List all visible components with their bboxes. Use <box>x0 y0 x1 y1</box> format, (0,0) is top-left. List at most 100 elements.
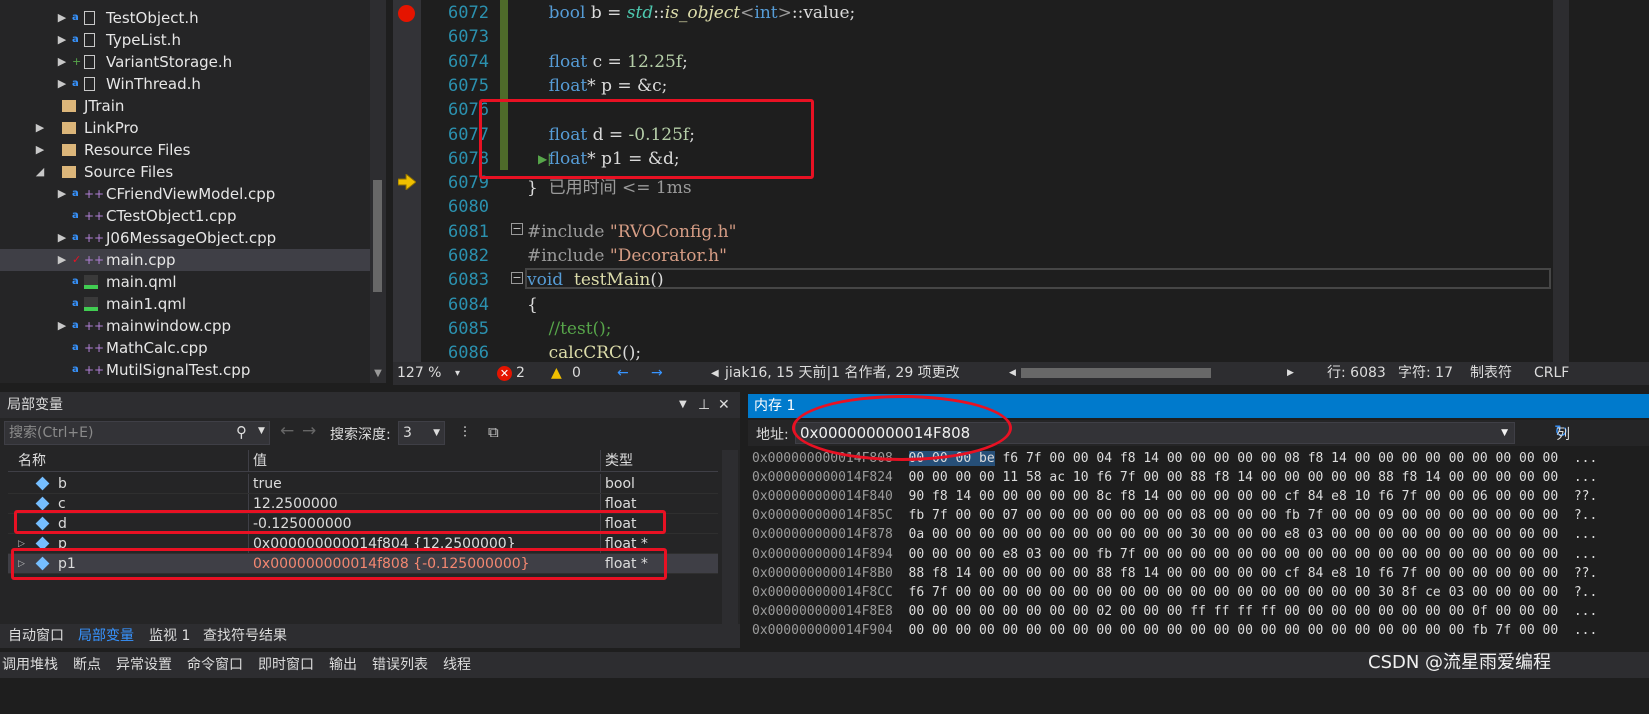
code-line[interactable]: { <box>527 295 538 315</box>
tree-item[interactable]: JTrain <box>0 95 372 117</box>
memory-row-bytes[interactable]: 00 00 00 00 00 00 00 00 00 00 00 00 00 0… <box>909 623 1559 638</box>
code-area[interactable]: bool b = std::is_object<int>::value; flo… <box>525 0 1551 363</box>
locals-scrollbar[interactable] <box>722 450 738 624</box>
warning-count[interactable]: 0 <box>572 362 581 385</box>
zoom-level[interactable]: 127 % <box>397 362 441 385</box>
memory-row-bytes[interactable]: 00 00 00 00 00 00 00 00 02 00 00 00 ff f… <box>909 604 1559 619</box>
nav-forward-icon[interactable]: → <box>651 362 663 385</box>
tabs-indicator[interactable]: 制表符 <box>1470 362 1512 385</box>
memory-row-bytes[interactable]: 00 00 00 00 e8 03 00 00 fb 7f 00 00 00 0… <box>909 547 1559 562</box>
search-depth-select[interactable]: 3 ▼ <box>398 421 445 445</box>
tree-item[interactable]: ◢ Source Files <box>0 161 372 183</box>
hscroll-left-icon[interactable]: ◀ <box>1009 362 1016 385</box>
tree-item[interactable]: a ++ MathCalc.cpp <box>0 337 372 359</box>
code-line[interactable]: #include "Decorator.h" <box>527 246 727 266</box>
memory-row-bytes[interactable]: f6 7f 00 00 00 00 00 00 00 00 00 00 00 0… <box>909 585 1559 600</box>
locals-search-input[interactable]: 搜索(Ctrl+E) <box>4 421 270 445</box>
zoom-dropdown-icon[interactable]: ▾ <box>455 362 460 385</box>
pin-icon[interactable]: ⊥ <box>698 392 710 418</box>
column-value[interactable]: 值 <box>248 450 600 471</box>
expand-arrow-icon[interactable]: ▶ <box>56 249 68 271</box>
memory-row[interactable]: 0x000000000014F904 00 00 00 00 00 00 00 … <box>752 623 1597 638</box>
tab-call-stack[interactable]: 调用堆栈 <box>2 652 58 678</box>
tree-item[interactable]: a main1.qml <box>0 293 372 315</box>
tab-exception-settings[interactable]: 异常设置 <box>116 652 172 678</box>
collapse-arrow-icon[interactable]: ◢ <box>34 161 46 183</box>
memory-row-bytes[interactable]: 0a 00 00 00 00 00 00 00 00 00 00 00 30 0… <box>909 527 1559 542</box>
memory-row[interactable]: 0x000000000014F8B0 88 f8 14 00 00 00 00 … <box>752 566 1597 581</box>
expand-arrow-icon[interactable]: ▶ <box>56 315 68 337</box>
expand-arrow-icon[interactable]: ▶ <box>56 29 68 51</box>
scroll-down-arrow-icon[interactable]: ▼ <box>370 366 386 382</box>
tab-threads[interactable]: 线程 <box>443 652 471 678</box>
locals-row[interactable]: b true bool <box>8 474 718 494</box>
tree-item[interactable]: ▶ a ++ CFriendViewModel.cpp <box>0 183 372 205</box>
collapse-icon[interactable]: − <box>511 272 523 284</box>
tab-locals[interactable]: 局部变量 <box>78 624 134 648</box>
memory-row[interactable]: 0x000000000014F8E8 00 00 00 00 00 00 00 … <box>752 604 1597 619</box>
char-indicator[interactable]: 字符: 17 <box>1398 362 1453 385</box>
solution-explorer-scroll-thumb[interactable] <box>373 180 382 292</box>
memory-row[interactable]: 0x000000000014F8CC f6 7f 00 00 00 00 00 … <box>752 585 1597 600</box>
memory-row[interactable]: 0x000000000014F824 00 00 00 00 11 58 ac … <box>752 470 1597 485</box>
expand-arrow-icon[interactable]: ▶ <box>56 51 68 73</box>
memory-row-bytes[interactable]: 88 f8 14 00 00 00 00 00 88 f8 14 00 00 0… <box>909 566 1559 581</box>
line-indicator[interactable]: 行: 6083 <box>1327 362 1386 385</box>
tree-item[interactable]: ▶ a TypeList.h <box>0 29 372 51</box>
tab-watch1[interactable]: 监视 1 <box>149 624 190 648</box>
tree-item[interactable]: ▶ Resource Files <box>0 139 372 161</box>
tree-item[interactable]: ▶ LinkPro <box>0 117 372 139</box>
tab-autos[interactable]: 自动窗口 <box>8 624 64 648</box>
tab-breakpoints[interactable]: 断点 <box>73 652 101 678</box>
code-line[interactable]: float* p = &c; <box>527 76 668 96</box>
memory-row[interactable]: 0x000000000014F878 0a 00 00 00 00 00 00 … <box>752 527 1597 542</box>
breakpoint-icon[interactable] <box>398 5 415 22</box>
expand-arrow-icon[interactable]: ▶ <box>56 7 68 29</box>
nav-back-icon[interactable]: ← <box>617 362 629 385</box>
code-line[interactable]: #include "RVOConfig.h" <box>527 222 736 242</box>
tree-item[interactable]: ▶ a ++ J06MessageObject.cpp <box>0 227 372 249</box>
expand-arrow-icon[interactable]: ▶ <box>56 183 68 205</box>
filter-icon[interactable]: ⫶ <box>463 423 467 441</box>
code-line[interactable]: calcCRC(); <box>527 343 641 363</box>
expand-arrow-icon[interactable]: ▶ <box>56 73 68 95</box>
window-dropdown-icon[interactable]: ▼ <box>679 392 687 418</box>
memory-row-bytes[interactable]: fb 7f 00 00 07 00 00 00 00 00 00 00 08 0… <box>909 508 1559 523</box>
code-line[interactable]: //test(); <box>527 319 612 339</box>
tab-find-symbol[interactable]: 查找符号结果 <box>203 624 287 648</box>
tree-item[interactable]: a ++ CTestObject1.cpp <box>0 205 372 227</box>
memory-row[interactable]: 0x000000000014F85C fb 7f 00 00 07 00 00 … <box>752 508 1597 523</box>
tab-immediate-window[interactable]: 即时窗口 <box>258 652 314 678</box>
tree-item[interactable]: a main.qml <box>0 271 372 293</box>
code-line[interactable]: float c = 12.25f; <box>527 52 688 72</box>
chevron-left-icon[interactable]: ◀ <box>711 362 719 385</box>
error-icon[interactable]: ✕ <box>497 366 512 381</box>
warning-icon[interactable]: ▲ <box>551 362 562 385</box>
tree-item[interactable]: ▶ a WinThread.h <box>0 73 372 95</box>
close-icon[interactable]: ✕ <box>718 392 730 418</box>
expand-arrow-icon[interactable]: ▶ <box>56 227 68 249</box>
git-blame-info[interactable]: jiak16, 15 天前|1 名作者, 29 项更改 <box>725 362 960 385</box>
collapse-icon[interactable]: − <box>511 223 523 235</box>
code-line[interactable]: bool b = std::is_object<int>::value; <box>527 3 856 23</box>
expand-arrow-icon[interactable]: ▶ <box>34 139 46 161</box>
search-options-icon[interactable]: ▼ <box>258 426 265 436</box>
editor-scrollbar[interactable] <box>1553 0 1569 362</box>
chevron-down-icon[interactable]: ▼ <box>1501 423 1508 443</box>
tab-command-window[interactable]: 命令窗口 <box>187 652 243 678</box>
memory-row[interactable]: 0x000000000014F894 00 00 00 00 e8 03 00 … <box>752 547 1597 562</box>
tab-output[interactable]: 输出 <box>329 652 357 678</box>
tree-item[interactable]: ▶ a ++ mainwindow.cpp <box>0 315 372 337</box>
horizontal-scroll-thumb[interactable] <box>1021 368 1211 378</box>
memory-row[interactable]: 0x000000000014F840 90 f8 14 00 00 00 00 … <box>752 489 1597 504</box>
tab-error-list[interactable]: 错误列表 <box>372 652 428 678</box>
memory-row-bytes[interactable]: 90 f8 14 00 00 00 00 00 8c f8 14 00 00 0… <box>909 489 1559 504</box>
hscroll-right-icon[interactable]: ▶ <box>1287 362 1294 385</box>
eol-indicator[interactable]: CRLF <box>1534 362 1569 385</box>
column-name[interactable]: 名称 <box>8 450 248 471</box>
view-options-icon[interactable]: ⧉ <box>488 423 499 441</box>
search-icon[interactable]: ⚲ <box>236 423 247 441</box>
tree-item[interactable]: a ++ MutilSignalTest.cpp <box>0 359 372 381</box>
expand-arrow-icon[interactable]: ▶ <box>34 117 46 139</box>
locals-value[interactable]: true <box>248 474 600 493</box>
